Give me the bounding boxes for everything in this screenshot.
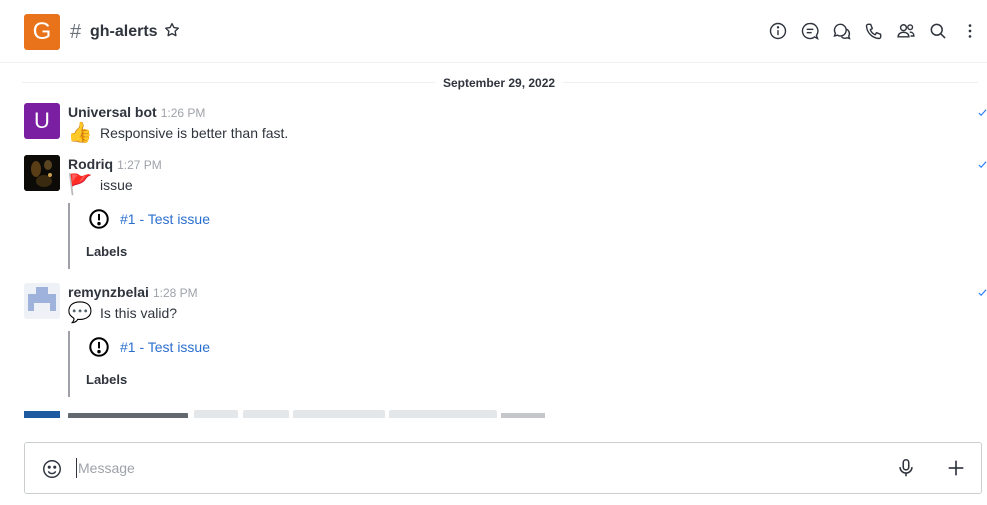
discussion-icon[interactable] (832, 21, 852, 41)
message-timestamp: 1:28 PM (152, 286, 198, 300)
thumbs-up-icon: 👍 (67, 122, 93, 144)
message-author[interactable]: remynzbelai (68, 284, 149, 300)
room-header: G # gh-alerts (0, 0, 987, 63)
issue-attachment: #1 - Test issue Labels (68, 331, 368, 397)
microphone-icon[interactable] (895, 457, 917, 479)
threads-icon[interactable] (800, 21, 820, 41)
role-tag (293, 410, 385, 418)
channel-hash-icon: # (70, 21, 82, 43)
members-icon[interactable] (896, 21, 916, 41)
message-item[interactable]: U Universal bot 1:26 PM 👍 Responsive is b… (0, 103, 987, 149)
kebab-icon[interactable] (960, 21, 980, 41)
avatar[interactable]: U (24, 103, 60, 139)
room-avatar[interactable]: G (24, 14, 60, 50)
avatar[interactable] (24, 155, 60, 191)
message-body: Responsive is better than fast. (100, 125, 289, 141)
date-divider-label: September 29, 2022 (435, 75, 564, 91)
message-item[interactable]: remynzbelai 1:28 PM 💬 Is this valid? #1 -… (0, 283, 987, 403)
call-icon[interactable] (864, 21, 884, 41)
message-item-partial[interactable] (0, 407, 987, 418)
message-author[interactable]: Rodriq (68, 156, 113, 172)
star-icon[interactable] (163, 21, 181, 39)
read-receipt-icon (978, 109, 987, 116)
role-tag (389, 410, 497, 418)
message-timestamp: 1:27 PM (117, 158, 162, 172)
message-item[interactable]: Rodriq 1:27 PM 🚩 issue #1 - Test issue La… (0, 155, 987, 275)
attachment-labels: Labels (86, 244, 128, 259)
message-author[interactable]: Universal bot (68, 104, 157, 120)
avatar[interactable] (24, 283, 60, 319)
issue-link[interactable]: #1 - Test issue (120, 210, 210, 228)
read-receipt-icon (978, 289, 987, 296)
message-timestamp: 1:26 PM (160, 106, 206, 120)
info-icon[interactable] (768, 21, 788, 41)
issue-attachment: #1 - Test issue Labels (68, 203, 368, 269)
search-icon[interactable] (928, 21, 948, 41)
message-timestamp-partial (501, 413, 545, 418)
speech-bubble-icon: 💬 (67, 302, 93, 324)
issue-link[interactable]: #1 - Test issue (120, 338, 210, 356)
attachment-labels: Labels (86, 372, 128, 387)
message-composer[interactable] (24, 442, 982, 494)
message-list[interactable]: September 29, 2022 U Universal bot 1:26 P… (0, 63, 987, 418)
message-author-partial (68, 413, 188, 418)
text-caret (76, 458, 77, 478)
room-title[interactable]: gh-alerts (90, 22, 158, 42)
alert-circle-icon (89, 209, 109, 229)
role-tag (194, 410, 238, 418)
emoji-picker-icon[interactable] (41, 458, 63, 480)
plus-icon[interactable] (945, 457, 967, 479)
message-body: issue (100, 177, 133, 193)
alert-circle-icon (89, 337, 109, 357)
message-body: Is this valid? (100, 305, 178, 321)
red-flag-icon: 🚩 (67, 174, 93, 196)
avatar[interactable] (24, 411, 60, 418)
role-tag (243, 410, 289, 418)
read-receipt-icon (978, 161, 987, 168)
message-input[interactable] (78, 454, 858, 482)
